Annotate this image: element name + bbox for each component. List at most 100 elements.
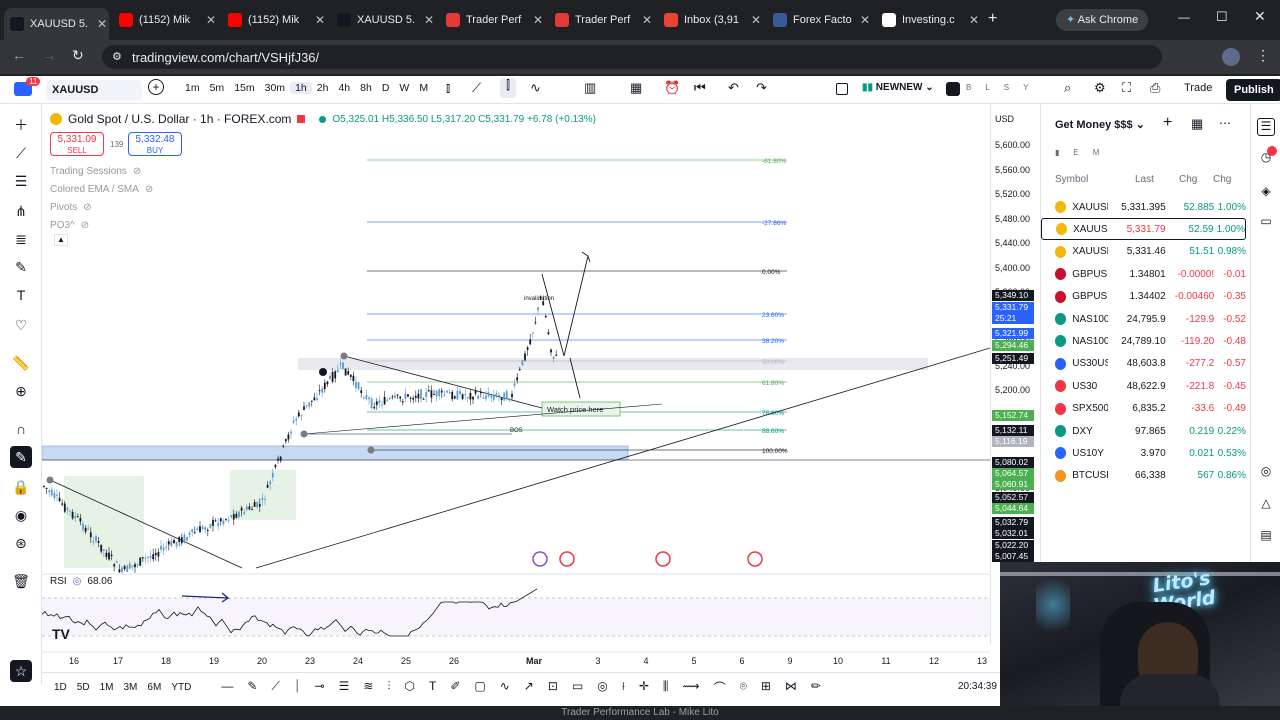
- layout-letter-S[interactable]: S: [1004, 83, 1009, 92]
- bt-fib-icon[interactable]: ☰: [339, 679, 350, 696]
- zoom-search-icon[interactable]: ⌕: [1064, 80, 1071, 96]
- bt-circle-icon[interactable]: ◎: [597, 679, 607, 696]
- line-type-icon[interactable]: ⟋: [472, 80, 481, 96]
- col-last[interactable]: Last: [1135, 174, 1154, 185]
- layout-active-dot[interactable]: [946, 82, 960, 96]
- bt-pencil-icon[interactable]: ✏: [811, 679, 821, 696]
- flag-m[interactable]: M: [1093, 148, 1100, 157]
- alert-icon[interactable]: ⏰: [664, 80, 680, 96]
- bt-wave-icon[interactable]: ⟿: [682, 679, 699, 696]
- heart-icon[interactable]: ♡: [10, 314, 32, 336]
- more-options-icon[interactable]: ⋯: [1219, 116, 1231, 130]
- col-chg[interactable]: Chg: [1179, 174, 1197, 185]
- undo-icon[interactable]: ↶: [728, 80, 739, 96]
- url-bar[interactable]: ⚙ tradingview.com/chart/VSHjfJ36/: [102, 45, 1162, 69]
- horizontal-lines-icon[interactable]: ☰: [10, 170, 32, 192]
- magnet-icon[interactable]: ∩: [10, 418, 32, 440]
- interval-2h[interactable]: 2h: [312, 82, 334, 94]
- trendline-icon[interactable]: ⟋: [10, 142, 32, 164]
- replay-icon[interactable]: ⏮: [694, 80, 706, 96]
- watchlist-row[interactable]: XAUUSE 5,331.79 52.591.00%: [1041, 218, 1246, 241]
- watchlist-row[interactable]: XAUUSE 5,331.395 52.8851.00%: [1041, 196, 1246, 218]
- interval-D[interactable]: D: [377, 82, 395, 94]
- bar-type-icon[interactable]: ⫿: [500, 78, 516, 98]
- price-chart-canvas[interactable]: -61.80%-27.86%0.00%23.60%38.20%50.00%61.…: [42, 104, 990, 664]
- tab-close-icon[interactable]: ✕: [422, 13, 436, 27]
- interval-1m[interactable]: 1m: [180, 82, 205, 94]
- bt-shape-icon[interactable]: ⬡: [404, 679, 414, 696]
- symbol-search[interactable]: XAUUSD: [46, 80, 142, 100]
- bt-xabcd-icon[interactable]: ⋈: [785, 679, 797, 696]
- browser-tab[interactable]: Trader Perf ✕: [549, 8, 654, 32]
- minimize-button[interactable]: —: [1178, 10, 1190, 24]
- layout-grid-icon[interactable]: ▦: [630, 80, 642, 96]
- indicator-row[interactable]: Trading Sessions ⊘: [50, 162, 153, 180]
- layout-letter-L[interactable]: L: [985, 83, 989, 92]
- watchlist-row[interactable]: BTCUSE 66,338 5670.86%: [1041, 465, 1246, 487]
- bt-cross-icon[interactable]: ✛: [639, 679, 649, 696]
- watchlist-row[interactable]: US30US 48,603.8 -277.2 -0.57: [1041, 353, 1246, 375]
- hidden-eye-icon[interactable]: ⊘: [81, 220, 89, 231]
- bt-callout-icon[interactable]: ▭: [572, 679, 583, 696]
- bt-path-icon[interactable]: ∿: [500, 679, 510, 696]
- watchlist-row[interactable]: XAUUSE 5,331.46 51.510.98%: [1041, 241, 1246, 263]
- flag-filter[interactable]: ▮ E M: [1055, 148, 1099, 157]
- tab-close-icon[interactable]: ✕: [95, 17, 109, 31]
- bt-fibext-icon[interactable]: ≋: [363, 679, 373, 696]
- layout-letter-B[interactable]: B: [966, 83, 971, 92]
- bt-pen-icon[interactable]: ✐: [450, 679, 460, 696]
- interval-15m[interactable]: 15m: [229, 82, 259, 94]
- fullscreen-icon[interactable]: ⛶: [1122, 80, 1131, 96]
- bt-pattern-icon[interactable]: ⊞: [761, 679, 771, 696]
- interval-30m[interactable]: 30m: [260, 82, 290, 94]
- add-symbol-icon[interactable]: +: [1163, 114, 1172, 132]
- new-tab-button[interactable]: +: [988, 10, 997, 28]
- lock-icon[interactable]: 🔒: [10, 476, 32, 498]
- profile-avatar[interactable]: [1222, 48, 1240, 66]
- watchlist-row[interactable]: SPX500 6,835.2 -33.6 -0.49: [1041, 398, 1246, 420]
- crosshair-icon[interactable]: ＋: [10, 114, 32, 136]
- bt-arrow-icon[interactable]: ↗: [524, 679, 534, 696]
- bt-bars-icon[interactable]: ⫼: [663, 679, 669, 696]
- reload-icon[interactable]: ↻: [72, 47, 84, 64]
- bt-trend-icon[interactable]: ⟋: [271, 679, 279, 696]
- fib-icon[interactable]: ≣: [10, 228, 32, 250]
- brush-icon[interactable]: ✎: [10, 256, 32, 278]
- chat-icon[interactable]: ▭: [1257, 214, 1275, 232]
- zoom-in-icon[interactable]: ⊕: [10, 380, 32, 402]
- redo-icon[interactable]: ↷: [756, 80, 767, 96]
- browser-tab[interactable]: XAUUSD 5. ✕: [4, 8, 109, 40]
- interval-5m[interactable]: 5m: [205, 82, 230, 94]
- buy-button[interactable]: 5,332.48 BUY: [128, 132, 182, 156]
- bt-note-icon[interactable]: ⊡: [548, 679, 558, 696]
- browser-tab[interactable]: Forex Facto ✕: [767, 8, 872, 32]
- watchlist-row[interactable]: NAS100 24,789.10 -119.20 -0.48: [1041, 330, 1246, 352]
- maximize-button[interactable]: ☐: [1216, 9, 1228, 25]
- browser-tab[interactable]: Trader Perf ✕: [440, 8, 545, 32]
- trash-icon[interactable]: 🗑: [10, 570, 32, 592]
- bt-rect-icon[interactable]: ▢: [474, 679, 485, 696]
- bt-channel-icon[interactable]: ⫶: [387, 679, 390, 696]
- globe-icon[interactable]: ⊛: [10, 532, 32, 554]
- range-5D[interactable]: 5D: [77, 682, 90, 693]
- browser-tab[interactable]: Inbox (3,91 ✕: [658, 8, 763, 32]
- candle-type-icon[interactable]: ⫾: [446, 80, 450, 96]
- col-symbol[interactable]: Symbol: [1055, 174, 1088, 185]
- ideas-icon[interactable]: △: [1257, 496, 1275, 514]
- layout-letter-Y[interactable]: Y: [1023, 83, 1028, 92]
- tab-close-icon[interactable]: ✕: [749, 13, 763, 27]
- watchlist-icon[interactable]: ☰: [1257, 118, 1275, 136]
- range-6M[interactable]: 6M: [147, 682, 161, 693]
- watchlist-title[interactable]: Get Money $$$ ⌄: [1055, 118, 1145, 131]
- browser-tab[interactable]: Investing.c ✕: [876, 8, 981, 32]
- layout-checkbox[interactable]: [836, 83, 848, 95]
- watchlist-layout-icon[interactable]: ▦: [1191, 116, 1203, 132]
- hidden-eye-icon[interactable]: ⊘: [133, 166, 141, 177]
- bt-vline-icon[interactable]: ⏐: [294, 679, 301, 696]
- stay-drawing-icon[interactable]: ✎: [10, 446, 32, 468]
- rsi-settings-icon[interactable]: ◎: [73, 576, 82, 587]
- watchlist-row[interactable]: NAS100 24,795.9 -129.9 -0.52: [1041, 308, 1246, 330]
- interval-1h[interactable]: 1h: [290, 82, 312, 94]
- watchlist-row[interactable]: GBPUSE 1.34402 -0.00460 -0.35: [1041, 286, 1246, 308]
- bt-measure-icon[interactable]: ⟊: [622, 679, 625, 696]
